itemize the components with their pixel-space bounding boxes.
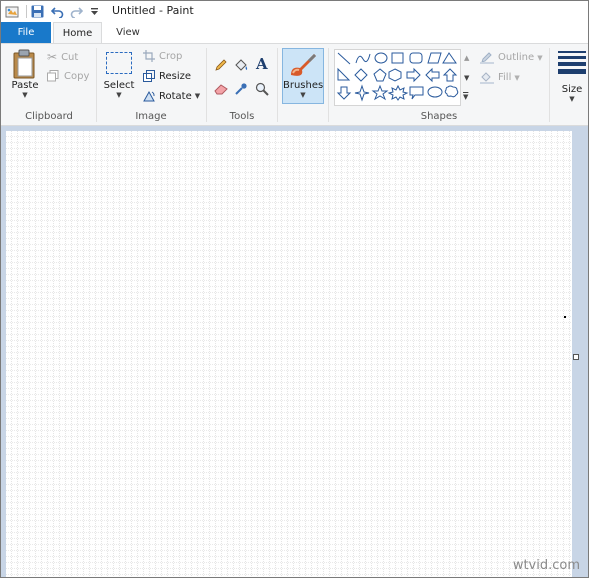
clipboard-group-label: Clipboard [25,111,73,122]
outline-label: Outline [498,52,535,63]
paste-button[interactable]: Paste ▼ [7,48,43,106]
canvas-resize-handle-right[interactable] [573,354,579,360]
fill-dropdown-arrow[interactable]: ▼ [514,74,519,82]
outline-button[interactable]: Outline ▼ [480,51,543,64]
ribbon: Paste ▼ ✂ Cut Copy Clipboard Select ▼ Cr… [1,43,588,126]
brush-icon [291,54,316,76]
brushes-label: Brushes [283,80,324,91]
tab-home[interactable]: Home [53,22,102,43]
copy-button[interactable]: Copy [47,70,89,82]
rotate-button[interactable]: Rotate ▼ [143,90,200,102]
size-button[interactable]: Size ▼ [555,48,588,106]
window-title: Untitled - Paint [112,4,194,17]
rotate-icon [143,90,155,102]
copy-icon [47,70,59,82]
size-icon [558,51,586,74]
shapes-scroll-down-icon[interactable]: ▼ [464,71,473,85]
customize-quick-access-icon[interactable] [89,4,99,19]
group-separator [206,48,207,122]
save-icon[interactable] [30,4,45,19]
canvas-dot [564,316,566,318]
cut-button[interactable]: ✂ Cut [47,50,78,64]
outline-dropdown-arrow[interactable]: ▼ [537,54,542,62]
fill-button[interactable]: Fill ▼ [480,71,520,84]
redo-icon[interactable] [69,4,84,19]
outline-icon [480,52,494,64]
scissors-icon: ✂ [47,50,58,64]
paint-window: Untitled - Paint File Home View Paste ▼ … [0,0,589,578]
cut-label: Cut [61,51,79,63]
tools-group-label: Tools [229,111,255,122]
paste-icon [13,49,35,79]
shapes-scroll-up-icon[interactable]: ▲ [464,51,473,65]
drawing-canvas[interactable] [6,131,572,577]
image-group-label: Image [135,111,167,122]
shapes-expand-icon[interactable]: ▼ [463,90,473,104]
fill-bucket-icon[interactable] [234,57,250,73]
eraser-icon[interactable] [214,81,230,97]
select-icon [106,52,132,74]
select-dropdown-arrow[interactable]: ▼ [102,91,136,99]
tab-view[interactable]: View [105,22,151,43]
paste-label: Paste [11,80,39,91]
shapes-gallery[interactable] [334,49,461,106]
rotate-dropdown-arrow[interactable]: ▼ [195,92,200,100]
shapes-group-label: Shapes [420,111,458,122]
group-separator [549,48,550,122]
watermark: wtvid.com [512,558,580,573]
crop-icon [143,50,155,62]
crop-label: Crop [159,50,183,62]
group-separator [277,48,278,122]
pencil-icon[interactable] [214,57,230,73]
resize-label: Resize [159,70,192,82]
select-button[interactable]: Select ▼ [102,50,136,106]
gridlines [6,131,572,577]
color-picker-icon[interactable] [234,81,250,97]
size-dropdown-arrow[interactable]: ▼ [555,95,588,103]
group-separator [328,48,329,122]
resize-button[interactable]: Resize [143,70,191,82]
size-label: Size [561,84,583,95]
undo-icon[interactable] [50,4,65,19]
tab-file[interactable]: File [1,22,51,43]
resize-icon [143,70,155,82]
group-separator [96,48,97,122]
paint-app-icon[interactable] [4,4,20,19]
fill-label: Fill [498,72,512,83]
magnifier-icon[interactable] [255,81,271,97]
rotate-label: Rotate [159,90,192,102]
fill-icon [480,72,494,84]
ribbon-tab-row: File Home View [1,22,588,43]
canvas-workspace: wtvid.com [1,126,588,577]
select-label: Select [103,80,135,91]
quick-access-separator [26,5,27,18]
brushes-button[interactable]: Brushes ▼ [282,48,324,104]
title-bar: Untitled - Paint [1,1,588,22]
paste-dropdown-arrow[interactable]: ▼ [7,91,43,99]
brushes-dropdown-arrow[interactable]: ▼ [283,91,323,99]
crop-button[interactable]: Crop [143,50,182,62]
copy-label: Copy [64,70,90,82]
shapes-gallery-icons [336,52,459,102]
text-tool-icon[interactable]: A [256,55,272,73]
